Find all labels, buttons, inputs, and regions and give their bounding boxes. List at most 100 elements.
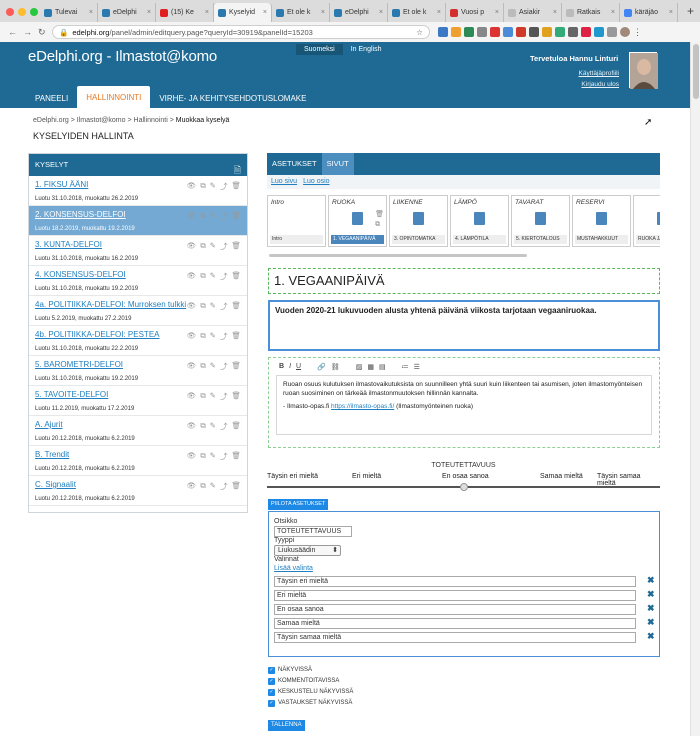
remove-option-icon[interactable]: ✖ bbox=[647, 575, 655, 586]
close-tab-icon[interactable]: × bbox=[611, 9, 615, 16]
edit-icon[interactable]: ✎ bbox=[210, 451, 216, 462]
preview-icon[interactable]: 👁 bbox=[187, 451, 197, 462]
page-thumb-label[interactable]: 1. VEGAANIPÄIVÄ bbox=[331, 235, 384, 244]
preview-icon[interactable]: 👁 bbox=[187, 331, 197, 342]
checkbox-commentable[interactable]: ✓ KOMMENTOITAVISSA bbox=[268, 676, 353, 687]
query-row[interactable]: A. Ajurit Luotu 20.12.2018, muokattu 6.2… bbox=[29, 416, 247, 446]
section-card[interactable]: LIIKENNE 3. OPINTOMATKA bbox=[389, 195, 448, 247]
extension-icon[interactable] bbox=[503, 27, 513, 37]
browser-tab[interactable]: Kyselyid × bbox=[214, 3, 272, 22]
query-row[interactable]: 4. KONSENSUS-DELFOI Luotu 31.10.2018, mu… bbox=[29, 266, 247, 296]
delete-icon[interactable]: 🗑 bbox=[375, 211, 384, 218]
close-tab-icon[interactable]: × bbox=[553, 9, 557, 16]
maximize-window-button[interactable] bbox=[30, 8, 38, 16]
tab-pages[interactable]: SIVUT bbox=[321, 153, 354, 175]
extension-icon[interactable] bbox=[529, 27, 539, 37]
browser-tab[interactable]: Tulevai × bbox=[40, 3, 98, 22]
delete-icon[interactable]: 🗑 bbox=[231, 451, 241, 462]
query-row[interactable]: 5. TAVOITE-DELFOI Luotu 11.2.2019, muoka… bbox=[29, 386, 247, 416]
query-row[interactable]: C. Signaalit Luotu 20.12.2018, muokattu … bbox=[29, 476, 247, 506]
extension-icon[interactable] bbox=[542, 27, 552, 37]
nav-admin[interactable]: HALLINNOINTI bbox=[77, 86, 151, 108]
new-tab-button[interactable]: + bbox=[687, 4, 694, 18]
edit-icon[interactable]: ✎ bbox=[210, 181, 216, 192]
close-tab-icon[interactable]: × bbox=[437, 9, 441, 16]
query-row[interactable]: 4a. POLITIIKKA-DELFOI: Murroksen tulkki … bbox=[29, 296, 247, 326]
preview-icon[interactable]: 👁 bbox=[187, 241, 197, 252]
export-icon[interactable]: ⤴ bbox=[220, 211, 228, 222]
copy-icon[interactable]: ⧉ bbox=[200, 241, 205, 252]
extension-icon[interactable] bbox=[464, 27, 474, 37]
edit-icon[interactable]: ✎ bbox=[210, 241, 216, 252]
type-select[interactable]: Liukusäädin ⬍ bbox=[274, 545, 341, 556]
page-title-field[interactable]: 1. VEGAANIPÄIVÄ bbox=[268, 268, 660, 294]
close-tab-icon[interactable]: × bbox=[263, 9, 267, 16]
preview-icon[interactable]: 👁 bbox=[187, 211, 197, 222]
delete-icon[interactable]: 🗑 bbox=[231, 331, 241, 342]
browser-tab[interactable]: Ratkais × bbox=[562, 3, 620, 22]
preview-icon[interactable]: 👁 bbox=[187, 301, 197, 312]
delete-icon[interactable]: 🗑 bbox=[231, 241, 241, 252]
page-thumb-label[interactable]: RUOKA JA R bbox=[636, 235, 660, 244]
preview-icon[interactable]: 👁 bbox=[187, 481, 197, 492]
nav-feedback[interactable]: VIRHE- JA KEHITYSEHDOTUSLOMAKE bbox=[150, 90, 315, 108]
hide-settings-button[interactable]: PIILOTA ASETUKSET bbox=[268, 499, 329, 510]
export-icon[interactable]: ⤴ bbox=[220, 361, 228, 372]
section-card[interactable]: Intro Intro bbox=[267, 195, 326, 247]
copy-icon[interactable]: ⧉ bbox=[200, 271, 205, 282]
breadcrumb-item[interactable]: Ilmastot@komo bbox=[77, 117, 126, 124]
tab-settings[interactable]: ASETUKSET bbox=[267, 153, 322, 175]
preview-icon[interactable]: 👁 bbox=[187, 421, 197, 432]
copy-icon[interactable]: ⧉ bbox=[200, 481, 205, 492]
extension-icon[interactable] bbox=[438, 27, 448, 37]
delete-icon[interactable]: 🗑 bbox=[231, 481, 241, 492]
edit-icon[interactable]: ✎ bbox=[210, 271, 216, 282]
ilmasto-opas-link[interactable]: https://ilmasto-opas.fi/ bbox=[331, 403, 394, 410]
page-scrollbar[interactable] bbox=[690, 42, 700, 736]
nav-panel[interactable]: PANEELI bbox=[26, 90, 77, 108]
query-row[interactable]: 3. KUNTA-DELFOI Luotu 31.10.2018, muokat… bbox=[29, 236, 247, 266]
extension-icon[interactable] bbox=[477, 27, 487, 37]
extension-icon[interactable] bbox=[516, 27, 526, 37]
delete-icon[interactable]: 🗑 bbox=[231, 301, 241, 312]
close-tab-icon[interactable]: × bbox=[495, 9, 499, 16]
logout-link[interactable]: Kirjaudu ulos bbox=[579, 79, 619, 90]
option-input[interactable]: Täysin eri mieltä bbox=[274, 576, 636, 587]
edit-icon[interactable]: ✎ bbox=[210, 211, 216, 222]
browser-tab[interactable]: käräjäo × bbox=[620, 3, 678, 22]
image-icon[interactable]: ▨ bbox=[356, 363, 363, 371]
section-card[interactable]: TAVARAT 5. KIERTOTALOUS bbox=[511, 195, 570, 247]
copy-icon[interactable]: ⧉ bbox=[200, 301, 205, 312]
browser-tab[interactable]: eDelphi × bbox=[98, 3, 156, 22]
minimize-window-button[interactable] bbox=[18, 8, 26, 16]
export-icon[interactable]: ⤴ bbox=[220, 451, 228, 462]
extension-icon[interactable] bbox=[581, 27, 591, 37]
query-row[interactable]: 2. KONSENSUS-DELFOI Luotu 18.2.2019, muo… bbox=[29, 206, 247, 236]
export-icon[interactable]: ⤴ bbox=[220, 331, 228, 342]
delete-icon[interactable]: 🗑 bbox=[231, 271, 241, 282]
page-thumb-label[interactable]: MUSTAHAKKUUT bbox=[575, 235, 628, 244]
browser-tab[interactable]: (15) Ke × bbox=[156, 3, 214, 22]
checkbox-answers-visible[interactable]: ✓ VASTAUKSET NÄKYVISSÄ bbox=[268, 698, 353, 709]
bullet-list-icon[interactable]: ☰ bbox=[414, 363, 420, 371]
breadcrumb-item[interactable]: eDelphi.org bbox=[33, 117, 69, 124]
query-row[interactable]: 1. FIKSU ÄÄNI Luotu 31.10.2018, muokattu… bbox=[29, 176, 247, 206]
forward-icon[interactable]: → bbox=[23, 27, 32, 38]
copy-icon[interactable]: ⧉ bbox=[200, 331, 205, 342]
page-thumb-label[interactable]: 5. KIERTOTALOUS bbox=[514, 235, 567, 244]
export-icon[interactable]: ⤴ bbox=[220, 421, 228, 432]
table-icon[interactable]: ▦ bbox=[367, 363, 374, 371]
copy-icon[interactable]: ⧉ bbox=[200, 451, 205, 462]
copy-icon[interactable]: ⧉ bbox=[200, 211, 205, 222]
export-icon[interactable]: ⤴ bbox=[220, 301, 228, 312]
preview-icon[interactable]: 👁 bbox=[187, 181, 197, 192]
title-input[interactable]: TOTEUTETTAVUUS bbox=[274, 526, 352, 537]
back-icon[interactable]: ← bbox=[8, 27, 17, 38]
extension-icon[interactable] bbox=[607, 27, 617, 37]
reload-icon[interactable]: ↻ bbox=[38, 27, 46, 38]
export-icon[interactable]: ⤴ bbox=[220, 391, 228, 402]
star-icon[interactable]: ☆ bbox=[416, 28, 423, 37]
close-tab-icon[interactable]: × bbox=[89, 9, 93, 16]
checkbox-discussion-visible[interactable]: ✓ KESKUSTELU NÄKYVISSÄ bbox=[268, 687, 353, 698]
add-option-link[interactable]: Lisää valinta bbox=[274, 565, 654, 572]
